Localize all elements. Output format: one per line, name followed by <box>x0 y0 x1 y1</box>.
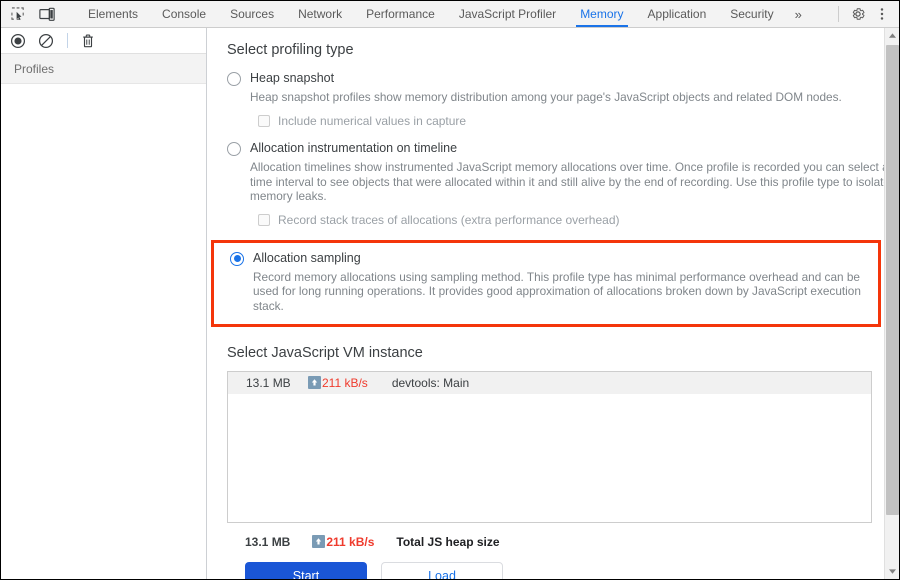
memory-main-panel: Select profiling type Heap snapshot Heap… <box>207 28 899 579</box>
record-circle-icon[interactable] <box>10 33 26 49</box>
radio-allocation-instrumentation[interactable] <box>227 141 241 156</box>
no-entry-clear-icon[interactable] <box>38 33 54 49</box>
scrollbar-up-arrow-icon[interactable] <box>885 28 900 43</box>
up-arrow-rate-icon <box>312 535 326 549</box>
vm-rate-group: 211 kB/s <box>308 376 368 390</box>
option-header[interactable]: Allocation instrumentation on timeline <box>227 141 899 156</box>
page-title: Select profiling type <box>227 42 354 58</box>
load-button[interactable]: Load <box>381 561 503 579</box>
total-heap-label: Total JS heap size <box>396 534 500 549</box>
toolbar-divider-right <box>838 6 839 22</box>
checkbox-label: Include numerical values in capture <box>278 113 467 128</box>
inspect-cursor-icon[interactable] <box>9 5 28 24</box>
tab-performance[interactable]: Performance <box>354 1 447 27</box>
tab-label: Memory <box>580 7 624 21</box>
checkbox-box-icon[interactable] <box>258 213 270 226</box>
tab-list: Elements Console Sources Network Perform… <box>76 1 836 27</box>
devtools-window: Elements Console Sources Network Perform… <box>0 0 900 580</box>
sidebar-toolbar-divider <box>67 33 68 48</box>
tab-label: Console <box>162 7 207 21</box>
radio-heap-snapshot[interactable] <box>227 72 241 87</box>
devtools-body: Profiles Select profiling type Heap snap… <box>1 28 899 579</box>
tab-console[interactable]: Console <box>150 1 218 27</box>
option-header[interactable]: Allocation sampling <box>230 251 868 266</box>
tabbar-right-icons <box>836 1 899 27</box>
radio-allocation-sampling[interactable] <box>230 251 244 266</box>
tab-sources[interactable]: Sources <box>218 1 286 27</box>
tab-label: Elements <box>88 7 139 21</box>
start-button[interactable]: Start <box>245 561 367 579</box>
total-heap-size: 13.1 MB <box>245 534 291 549</box>
tab-memory[interactable]: Memory <box>568 1 635 27</box>
scrollbar-track[interactable] <box>885 43 900 564</box>
option-label: Allocation instrumentation on timeline <box>250 140 458 155</box>
up-arrow-rate-icon <box>308 376 321 390</box>
tab-security[interactable]: Security <box>718 1 785 27</box>
main-scrollbar[interactable] <box>884 28 899 579</box>
sidebar-item-label: Profiles <box>14 61 55 76</box>
vm-alloc-rate: 211 kB/s <box>322 375 368 390</box>
profiling-option-allocation-instrumentation[interactable]: Allocation instrumentation on timeline A… <box>227 141 899 227</box>
tab-application[interactable]: Application <box>636 1 719 27</box>
action-buttons: Start Load <box>245 561 899 579</box>
tab-label: Security <box>730 7 774 21</box>
option-header[interactable]: Heap snapshot <box>227 71 899 87</box>
tab-label: Network <box>298 7 343 21</box>
profiling-type-section: Select profiling type Heap snapshot Heap… <box>207 28 899 579</box>
gear-icon[interactable] <box>847 3 869 25</box>
tabbar-left-icons <box>1 1 76 27</box>
tab-network[interactable]: Network <box>286 1 354 27</box>
sidebar-profile-list <box>1 84 206 579</box>
tab-label: JavaScript Profiler <box>458 7 557 21</box>
kebab-menu-icon[interactable] <box>871 3 893 25</box>
more-tabs-button[interactable]: » <box>786 1 810 27</box>
option-description: Allocation timelines show instrumented J… <box>250 159 890 204</box>
total-heap-row: 13.1 MB 211 kB/s Total JS heap size <box>245 535 899 549</box>
sidebar-item-profiles[interactable]: Profiles <box>1 54 206 84</box>
vm-instance-title: Select JavaScript VM instance <box>227 344 423 361</box>
tab-javascript-profiler[interactable]: JavaScript Profiler <box>447 1 568 27</box>
trash-icon[interactable] <box>81 33 95 49</box>
memory-sidebar: Profiles <box>1 28 207 579</box>
devtools-tabbar: Elements Console Sources Network Perform… <box>1 1 899 28</box>
scrollbar-down-arrow-icon[interactable] <box>885 564 900 579</box>
option-description: Record memory allocations using sampling… <box>253 269 861 313</box>
sidebar-toolbar <box>1 28 206 54</box>
device-toolbar-icon[interactable] <box>37 5 56 24</box>
checkbox-record-stack-traces[interactable]: Record stack traces of allocations (extr… <box>258 213 899 227</box>
checkbox-label: Record stack traces of allocations (extr… <box>278 212 620 227</box>
tab-label: Application <box>647 7 707 21</box>
tab-elements[interactable]: Elements <box>76 1 150 27</box>
total-alloc-rate: 211 kB/s <box>326 534 375 549</box>
tab-label: Performance <box>366 7 435 21</box>
vm-instance-list[interactable]: 13.1 MB 211 kB/s devtools: Main <box>227 370 872 523</box>
checkbox-include-numerical-values[interactable]: Include numerical values in capture <box>258 114 899 128</box>
vm-instance-name: devtools: Main <box>391 375 470 390</box>
vm-instance-row[interactable]: 13.1 MB 211 kB/s devtools: Main <box>228 371 871 394</box>
total-rate-group: 211 kB/s <box>312 535 374 549</box>
vm-heap-size: 13.1 MB <box>246 375 291 390</box>
option-label: Allocation sampling <box>253 250 361 265</box>
option-label: Heap snapshot <box>250 71 335 86</box>
profiling-option-allocation-sampling[interactable]: Allocation sampling Record memory alloca… <box>211 239 881 327</box>
tab-label: Sources <box>230 7 275 21</box>
option-description: Heap snapshot profiles show memory distr… <box>250 90 842 105</box>
scrollbar-thumb[interactable] <box>885 45 899 515</box>
checkbox-box-icon[interactable] <box>258 114 270 127</box>
profiling-option-heap-snapshot[interactable]: Heap snapshot Heap snapshot profiles sho… <box>227 71 899 128</box>
